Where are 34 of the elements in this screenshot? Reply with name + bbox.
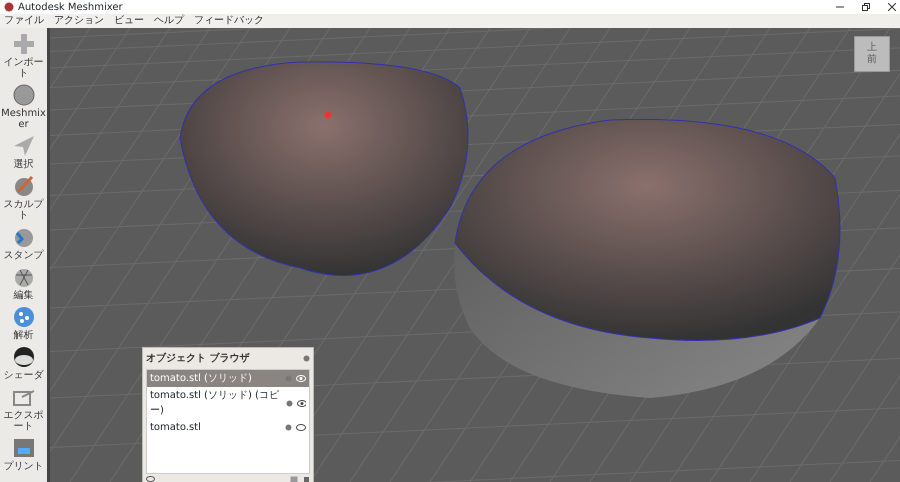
ball-icon	[12, 345, 36, 369]
eye-icon[interactable]	[296, 400, 306, 406]
menu-item[interactable]: ヘルプ	[154, 15, 184, 27]
eye-icon[interactable]	[296, 424, 306, 431]
restore-icon[interactable]	[862, 3, 870, 11]
tool-button[interactable]: インポート	[0, 32, 47, 79]
tool-button[interactable]: プリント	[0, 436, 47, 472]
plus-icon	[12, 32, 36, 56]
tool-button[interactable]: スタンプ	[0, 225, 47, 261]
cube-face-label: 上	[867, 42, 877, 54]
menu-item[interactable]: ファイル	[4, 15, 44, 27]
tool-button[interactable]: Meshmixer	[0, 83, 47, 130]
sphere-icon	[12, 83, 36, 107]
view-cube[interactable]: 上 前	[854, 36, 890, 72]
menu-item[interactable]: フィードバック	[194, 15, 264, 27]
tool-button[interactable]: 選択	[0, 134, 47, 170]
object-row[interactable]: tomato.stl	[147, 419, 309, 436]
tool-button[interactable]: スカルプト	[0, 174, 47, 221]
printer-icon	[12, 436, 36, 460]
object-row[interactable]: tomato.stl (ソリッド) (コピー)	[147, 387, 309, 419]
tool-button[interactable]: 解析	[0, 305, 47, 341]
window-title: Autodesk Meshmixer	[18, 0, 123, 14]
point-marker	[324, 112, 332, 118]
app-icon	[4, 2, 14, 12]
cube-face-label: 前	[867, 54, 877, 66]
panel-title: オブジェクト ブラウザ	[146, 352, 250, 366]
menu-item[interactable]: アクション	[54, 15, 104, 27]
tool-button[interactable]: エクスポート	[0, 385, 47, 432]
tool-button[interactable]: 編集	[0, 265, 47, 301]
tool-button[interactable]: シェーダ	[0, 345, 47, 381]
arrow-icon	[12, 134, 36, 158]
eye-icon[interactable]	[146, 476, 155, 482]
menu-item[interactable]: ビュー	[114, 15, 144, 27]
dots-icon	[12, 305, 36, 329]
